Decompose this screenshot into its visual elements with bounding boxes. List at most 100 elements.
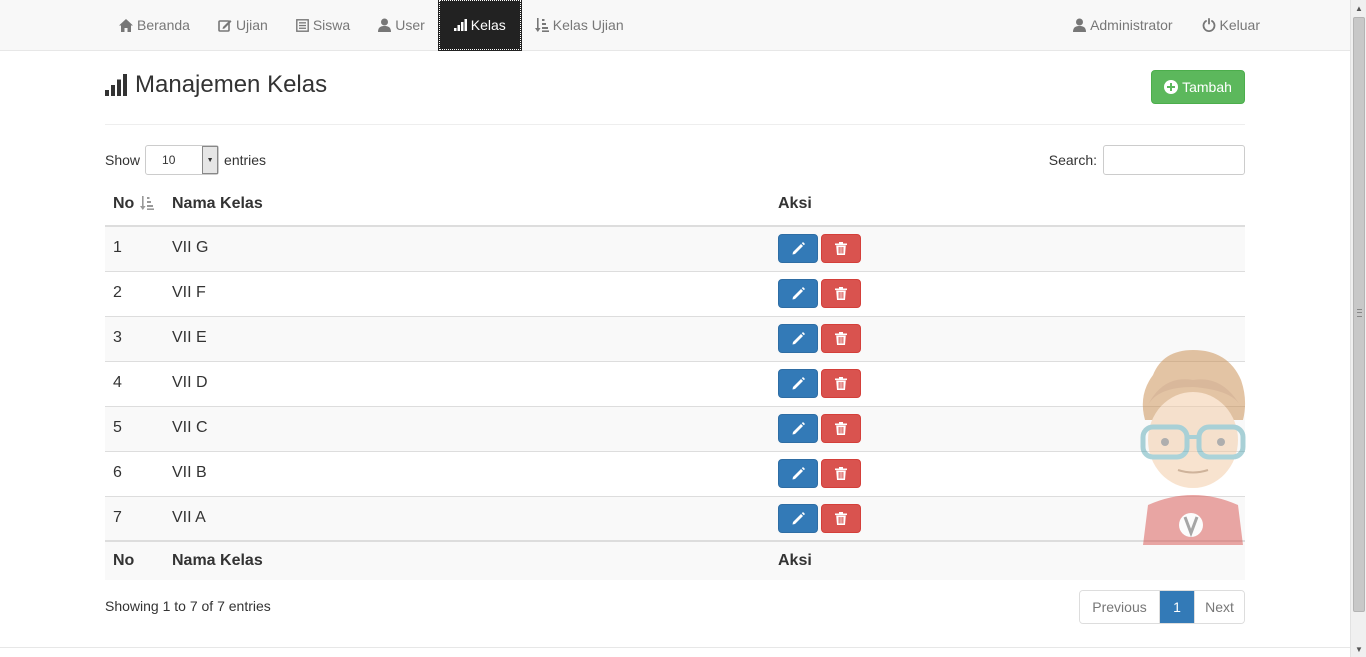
scroll-up-arrow-icon[interactable]: ▲ (1351, 0, 1366, 16)
edit-icon (218, 18, 232, 32)
nav-right: Administrator Keluar (1044, 0, 1260, 50)
nav-item-beranda[interactable]: Beranda (105, 0, 204, 50)
mascot-illustration (1140, 350, 1246, 545)
chevron-down-icon[interactable]: ▼ (202, 146, 219, 174)
cell-no: 5 (105, 405, 164, 451)
pencil-icon (792, 511, 805, 525)
nav-label: Ujian (235, 17, 268, 33)
sort-icon (534, 18, 549, 32)
power-icon (1202, 18, 1216, 32)
page-header: Manajemen Kelas Tambah (105, 70, 1245, 125)
table-row: 6 VII B (105, 450, 1245, 496)
table-header-row: No Nama Kelas Aksi (105, 183, 1245, 227)
kelas-table: No Nama Kelas Aksi 1 VII G 2 VII F 3 VII E 4 VI… (105, 183, 1245, 580)
nav-item-administrator[interactable]: Administrator (1044, 0, 1173, 50)
add-button[interactable]: Tambah (1151, 70, 1245, 104)
edit-button[interactable] (778, 369, 818, 398)
cell-nama-kelas: VII F (164, 270, 770, 316)
pagination-page-current[interactable]: 1 (1160, 591, 1194, 623)
page-title: Manajemen Kelas (105, 71, 327, 99)
footer-divider (0, 647, 1350, 648)
delete-button[interactable] (821, 234, 861, 264)
pagination-previous[interactable]: Previous (1080, 591, 1160, 623)
nav-item-kelas[interactable]: Kelas (437, 0, 522, 51)
column-header-label: Aksi (778, 195, 812, 212)
column-footer-no: No (105, 540, 164, 580)
length-control: Show 10 ▼ entries (105, 145, 266, 175)
delete-button[interactable] (821, 414, 861, 443)
table-info: Showing 1 to 7 of 7 entries (105, 598, 271, 614)
trash-icon (835, 511, 847, 525)
cell-no: 1 (105, 225, 164, 271)
search-control: Search: (1049, 145, 1245, 175)
pagination-next[interactable]: Next (1194, 591, 1244, 623)
table-body: 1 VII G 2 VII F 3 VII E 4 VII D 5 VII C 6 VII B 7 VII… (105, 225, 1245, 541)
column-header-no[interactable]: No (105, 183, 164, 227)
column-header-label: Nama Kelas (172, 195, 263, 212)
table-row: 7 VII A (105, 495, 1245, 541)
cell-no: 2 (105, 270, 164, 316)
cell-nama-kelas: VII C (164, 405, 770, 451)
edit-button[interactable] (778, 279, 818, 308)
nav-label: Administrator (1090, 17, 1173, 33)
edit-button[interactable] (778, 414, 818, 443)
table-row: 5 VII C (105, 405, 1245, 451)
cell-nama-kelas: VII A (164, 495, 770, 541)
cell-aksi (770, 270, 1245, 316)
nav-label: User (395, 17, 425, 33)
nav-label: Beranda (137, 17, 190, 33)
cell-nama-kelas: VII D (164, 360, 770, 406)
pagination: Previous 1 Next (1079, 590, 1245, 624)
entries-value: 10 (162, 153, 176, 167)
cell-no: 6 (105, 450, 164, 496)
cell-nama-kelas: VII E (164, 315, 770, 361)
table-footer-row: No Nama Kelas Aksi (105, 540, 1245, 580)
home-icon (119, 18, 133, 32)
nav-item-siswa[interactable]: Siswa (282, 0, 364, 50)
trash-icon (835, 377, 847, 390)
signal-icon (453, 19, 467, 31)
search-input[interactable] (1103, 145, 1245, 175)
edit-button[interactable] (778, 324, 818, 353)
nav-item-user[interactable]: User (364, 0, 439, 50)
table-row: 1 VII G (105, 225, 1245, 271)
search-label: Search: (1048, 152, 1097, 168)
table-row: 4 VII D (105, 360, 1245, 406)
pencil-icon (792, 332, 805, 345)
add-button-label: Tambah (1182, 79, 1232, 95)
scrollbar-thumb[interactable] (1353, 17, 1365, 612)
trash-icon (835, 467, 847, 480)
cell-no: 3 (105, 315, 164, 361)
cell-no: 7 (105, 495, 164, 541)
nav-label: Kelas Ujian (552, 17, 624, 33)
trash-icon (835, 287, 847, 300)
entries-label: entries (224, 152, 267, 168)
edit-button[interactable] (778, 459, 818, 488)
column-header-aksi: Aksi (770, 183, 1245, 227)
entries-select[interactable]: 10 ▼ (145, 145, 220, 175)
pencil-icon (792, 287, 805, 300)
sort-icon (140, 196, 155, 210)
delete-button[interactable] (821, 503, 861, 533)
nav-label: Keluar (1219, 17, 1260, 33)
column-header-nama-kelas[interactable]: Nama Kelas (164, 183, 770, 227)
cell-aksi (770, 225, 1245, 271)
edit-button[interactable] (778, 234, 818, 264)
trash-icon (835, 332, 847, 345)
column-header-label: No (113, 195, 135, 212)
delete-button[interactable] (821, 279, 861, 308)
edit-button[interactable] (778, 503, 818, 533)
nav-item-keluar[interactable]: Keluar (1173, 0, 1260, 50)
pencil-icon (792, 377, 805, 390)
nav-item-kelas-ujian[interactable]: Kelas Ujian (521, 0, 638, 50)
delete-button[interactable] (821, 369, 861, 398)
vertical-scrollbar[interactable]: ▲ ▼ (1350, 0, 1366, 657)
delete-button[interactable] (821, 459, 861, 488)
nav-label: Kelas (470, 17, 506, 33)
table-row: 2 VII F (105, 270, 1245, 316)
delete-button[interactable] (821, 324, 861, 353)
user-icon (378, 18, 392, 32)
list-icon (295, 18, 309, 32)
scroll-down-arrow-icon[interactable]: ▼ (1351, 641, 1366, 657)
nav-item-ujian[interactable]: Ujian (204, 0, 282, 50)
